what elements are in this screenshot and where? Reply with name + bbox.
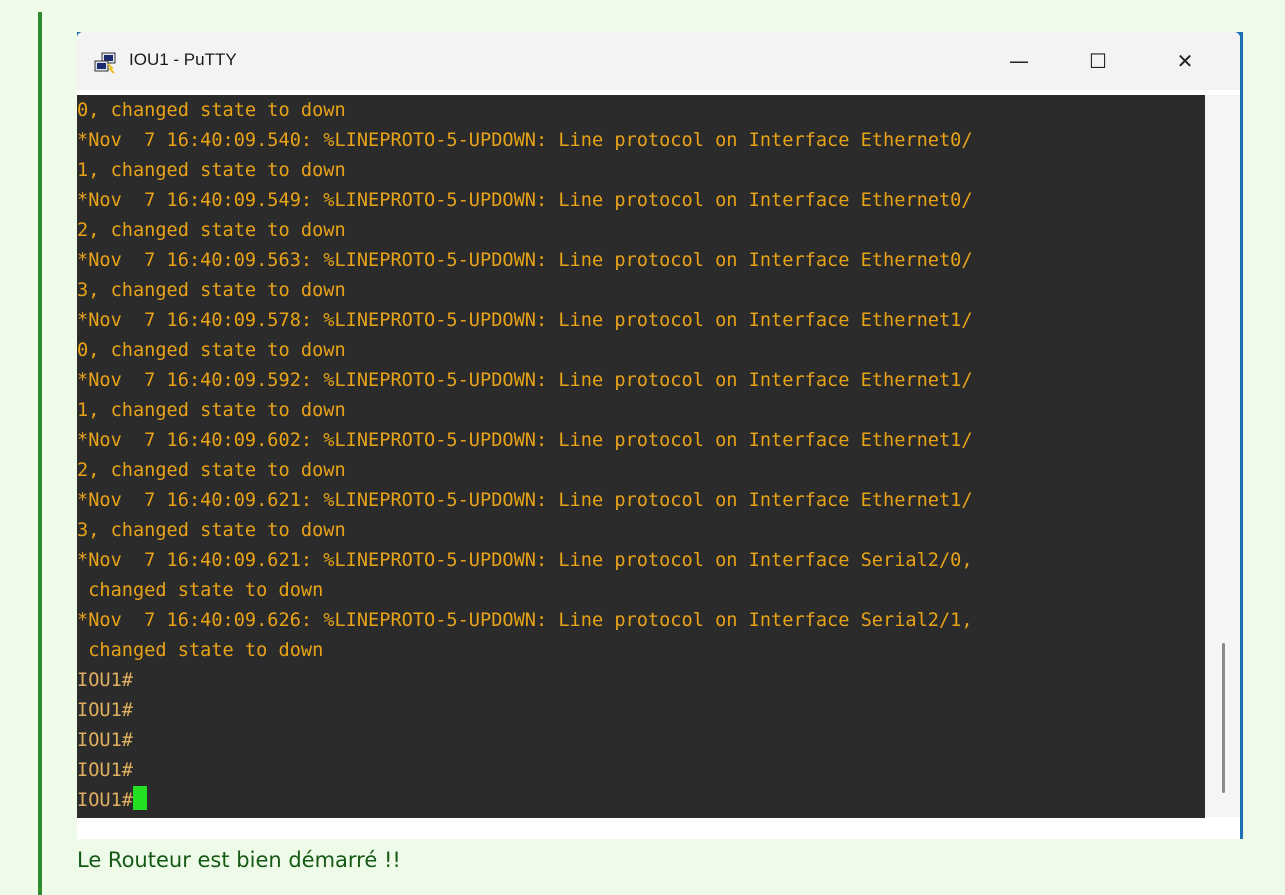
terminal-line: 1, changed state to down	[77, 160, 346, 181]
terminal-line: *Nov 7 16:40:09.592: %LINEPROTO-5-UPDOWN…	[77, 370, 973, 391]
terminal-line: 0, changed state to down	[77, 340, 346, 361]
terminal-line: changed state to down	[77, 580, 324, 601]
scrollbar-thumb[interactable]	[1222, 643, 1225, 793]
putty-icon[interactable]	[93, 52, 117, 74]
terminal-prompt-line: IOU1#	[77, 760, 133, 781]
page: IOU1 - PuTTY — ☐ ✕ 0, changed state to d…	[0, 0, 1285, 895]
terminal-prompt-line: IOU1#	[77, 700, 133, 721]
terminal-line: *Nov 7 16:40:09.563: %LINEPROTO-5-UPDOWN…	[77, 250, 973, 271]
terminal-line: *Nov 7 16:40:09.621: %LINEPROTO-5-UPDOWN…	[77, 550, 973, 571]
terminal-line: *Nov 7 16:40:09.621: %LINEPROTO-5-UPDOWN…	[77, 490, 973, 511]
terminal-output[interactable]: 0, changed state to down *Nov 7 16:40:09…	[77, 95, 1205, 818]
terminal-line: changed state to down	[77, 640, 324, 661]
terminal-line: 3, changed state to down	[77, 520, 346, 541]
terminal-line: *Nov 7 16:40:09.602: %LINEPROTO-5-UPDOWN…	[77, 430, 973, 451]
close-button[interactable]: ✕	[1157, 32, 1213, 90]
maximize-button[interactable]: ☐	[1070, 32, 1126, 90]
terminal-line: *Nov 7 16:40:09.578: %LINEPROTO-5-UPDOWN…	[77, 310, 973, 331]
terminal-prompt-line: IOU1#	[77, 670, 133, 691]
window-title: IOU1 - PuTTY	[129, 50, 237, 69]
terminal-cursor	[132, 786, 147, 810]
terminal-line: 2, changed state to down	[77, 460, 346, 481]
maximize-icon: ☐	[1089, 49, 1107, 73]
putty-window: IOU1 - PuTTY — ☐ ✕ 0, changed state to d…	[77, 32, 1240, 839]
close-icon: ✕	[1176, 49, 1194, 73]
terminal-prompt: IOU1#	[77, 790, 133, 811]
terminal-line: 0, changed state to down	[77, 100, 346, 121]
scrollbar-track[interactable]	[1205, 95, 1240, 817]
caption-text: Le Routeur est bien démarré !!	[77, 848, 401, 872]
note-accent-bar	[38, 12, 42, 895]
minimize-button[interactable]: —	[991, 32, 1047, 90]
terminal-line: *Nov 7 16:40:09.549: %LINEPROTO-5-UPDOWN…	[77, 190, 973, 211]
terminal-line: 1, changed state to down	[77, 400, 346, 421]
screenshot-frame: IOU1 - PuTTY — ☐ ✕ 0, changed state to d…	[77, 32, 1243, 839]
minimize-icon: —	[1009, 49, 1029, 73]
window-titlebar[interactable]: IOU1 - PuTTY — ☐ ✕	[77, 32, 1240, 90]
terminal-line: 2, changed state to down	[77, 220, 346, 241]
terminal-line: *Nov 7 16:40:09.540: %LINEPROTO-5-UPDOWN…	[77, 130, 973, 151]
terminal-line: 3, changed state to down	[77, 280, 346, 301]
terminal-line: *Nov 7 16:40:09.626: %LINEPROTO-5-UPDOWN…	[77, 610, 973, 631]
terminal-prompt-line: IOU1#	[77, 730, 133, 751]
terminal-current-line[interactable]: IOU1#	[77, 786, 1205, 816]
